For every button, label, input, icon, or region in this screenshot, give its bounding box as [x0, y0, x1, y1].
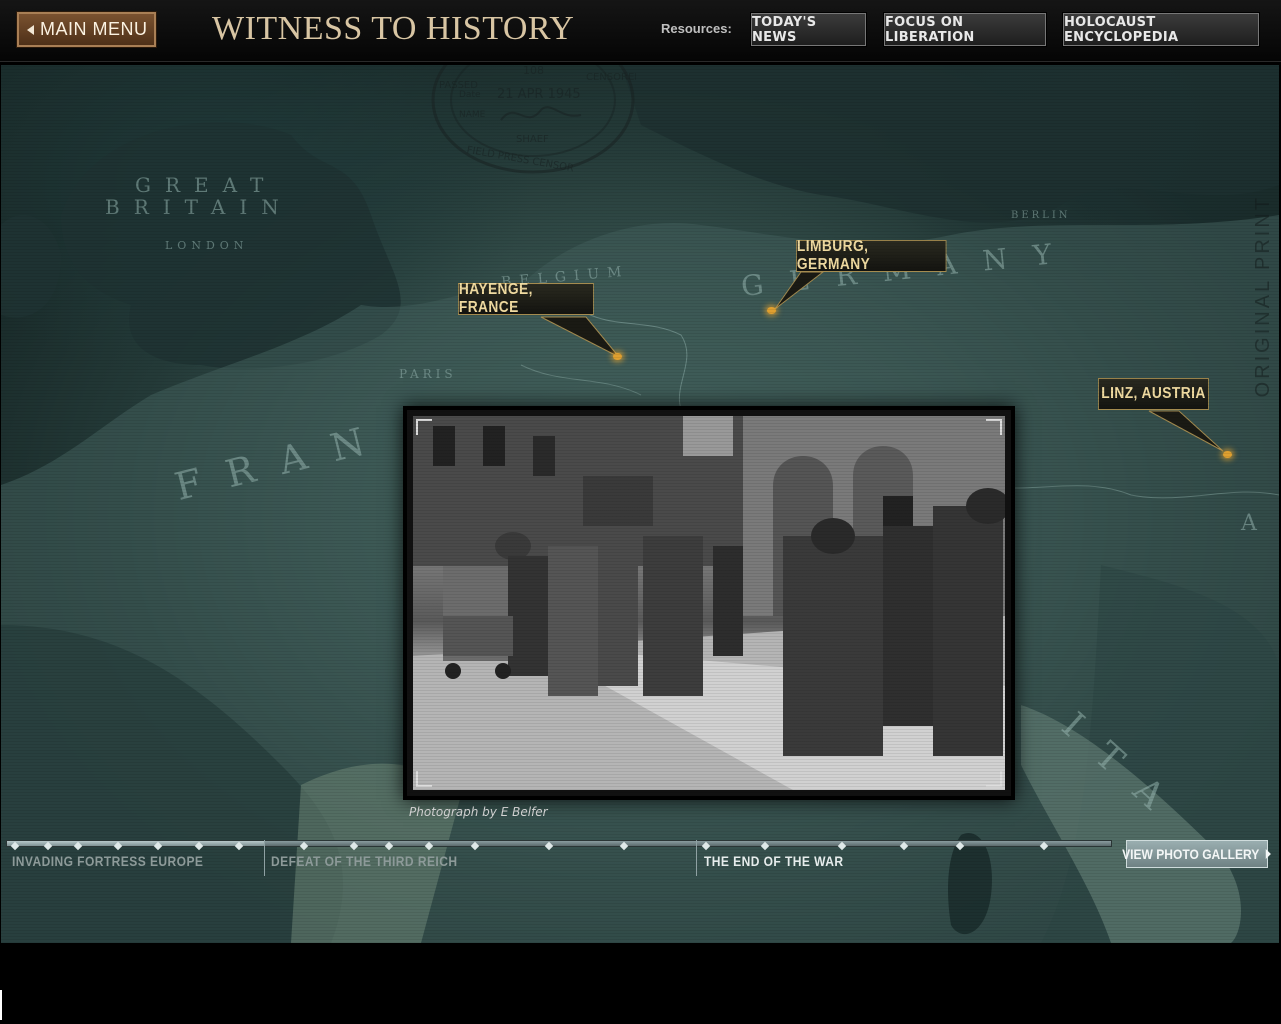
focus-on-liberation-button[interactable]: FOCUS ON LIBERATION — [883, 12, 1047, 47]
timeline-label: INVADING FORTRESS EUROPE — [12, 853, 204, 869]
location-label-limburg: LIMBURG, GERMANY — [796, 238, 871, 273]
play-arrow-icon — [1266, 849, 1272, 859]
map-label-paris: PARIS — [399, 367, 457, 381]
photo-corner-top-right — [986, 419, 1002, 435]
timeline-section-defeat-of-third-reich[interactable]: DEFEAT OF THE THIRD REICH — [271, 853, 457, 869]
stamp-number: 108 — [523, 65, 544, 77]
location-dot-limburg[interactable] — [767, 307, 776, 314]
map-label-london: LONDON — [165, 239, 249, 252]
photo-corner-bottom-right — [986, 771, 1002, 787]
view-photo-gallery-button[interactable]: VIEW PHOTO GALLERY — [1122, 840, 1272, 868]
footer-marker — [0, 990, 2, 1020]
map-label-austria-fragment: A — [1241, 511, 1271, 536]
stamp-date-label: Date — [459, 90, 481, 100]
location-label-hayenge: HAYENGE, FRANCE — [458, 281, 533, 316]
timeline-track[interactable] — [6, 840, 1112, 847]
photo-corner-bottom-left — [416, 771, 432, 787]
stamp-signature — [500, 106, 582, 121]
location-marker-limburg[interactable]: LIMBURG, GERMANY — [796, 238, 947, 273]
photo-image — [413, 416, 1005, 790]
footer-bar — [0, 943, 1281, 1024]
censor-stamp: PASSED CENSORED 108 Date 21 APR 1945 NAM… — [431, 65, 642, 180]
stamp-censored-text: CENSORED — [586, 72, 636, 83]
timeline-label: THE END OF THE WAR — [704, 853, 844, 869]
europe-map: GREAT BRITAIN LONDON BELGIUM GERMANY BER… — [1, 65, 1279, 943]
location-dot-linz[interactable] — [1223, 451, 1232, 458]
photo-frame — [403, 406, 1015, 800]
gallery-label: VIEW PHOTO GALLERY — [1122, 846, 1260, 862]
location-marker-linz[interactable]: LINZ, AUSTRIA — [1098, 378, 1209, 410]
main-menu-button[interactable]: MAIN MENU — [16, 11, 157, 48]
liberation-photo[interactable] — [413, 416, 1005, 790]
header-bar: MAIN MENU WITNESS TO HISTORY Resources: … — [0, 0, 1281, 62]
holocaust-encyclopedia-button[interactable]: HOLOCAUST ENCYCLOPEDIA — [1062, 12, 1260, 47]
stamp-date-value: 21 APR 1945 — [497, 87, 581, 102]
photo-caption: Photograph by E Belfer — [409, 805, 548, 819]
back-arrow-icon — [27, 24, 34, 35]
stamp-shaef-text: SHAEF — [516, 134, 549, 145]
main-menu-label: MAIN MENU — [40, 19, 148, 39]
timeline-separator — [264, 840, 265, 876]
location-marker-hayenge[interactable]: HAYENGE, FRANCE — [458, 281, 594, 316]
map-label-great: GREAT — [135, 173, 278, 197]
side-print-text: ORIGINAL PRINT — [1252, 195, 1274, 398]
photo-corner-top-left — [416, 419, 432, 435]
map-label-berlin: BERLIN — [1011, 210, 1071, 221]
censor-stamp-ring: PASSED CENSORED 108 Date 21 APR 1945 NAM… — [431, 65, 642, 174]
location-label-linz: LINZ, AUSTRIA — [1101, 385, 1206, 402]
timeline-separator — [696, 840, 697, 876]
resources-label: Resources: — [661, 21, 732, 36]
page-title: WITNESS TO HISTORY — [212, 10, 575, 47]
location-dot-hayenge[interactable] — [613, 353, 622, 360]
todays-news-button[interactable]: TODAY'S NEWS — [750, 12, 867, 47]
timeline-section-end-of-war[interactable]: THE END OF THE WAR — [704, 853, 844, 869]
timeline-section-invading-fortress-europe[interactable]: INVADING FORTRESS EUROPE — [12, 853, 203, 869]
timeline-label: DEFEAT OF THE THIRD REICH — [271, 853, 458, 869]
map-label-britain: BRITAIN — [105, 195, 293, 219]
stamp-name-label: NAME — [459, 110, 486, 120]
